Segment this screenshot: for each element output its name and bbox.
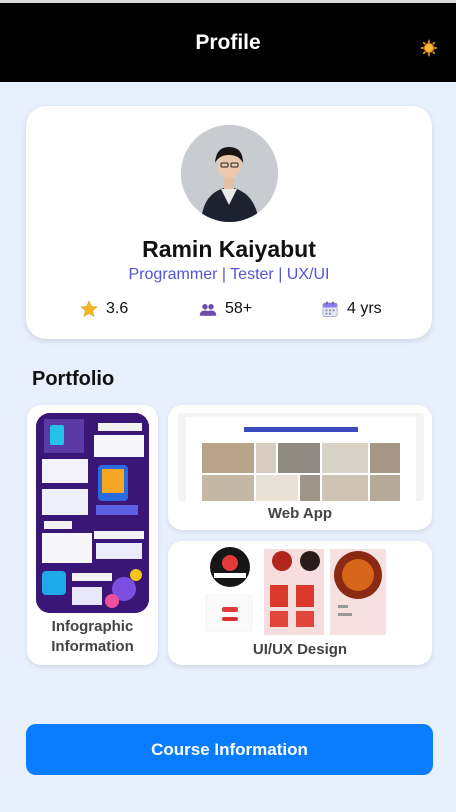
followers-stat: 58+ (199, 300, 252, 318)
followers-value: 58+ (225, 300, 253, 317)
profile-card: Ramin Kaiyabut Programmer | Tester | UX/… (26, 106, 432, 339)
star-icon (80, 300, 98, 317)
profile-name: Ramin Kaiyabut (142, 236, 316, 262)
rating-stat: 3.6 (80, 300, 128, 318)
experience-value: 4 yrs (347, 300, 382, 317)
infographic-thumbnail (36, 413, 149, 613)
uiux-thumbnail (198, 545, 418, 635)
portfolio-label-infographic: Infographic Information (51, 618, 134, 655)
portfolio-label-webapp: Web App (267, 505, 333, 522)
calendar-icon (322, 301, 338, 317)
experience-stat: 4 yrs (321, 300, 382, 318)
users-icon (199, 304, 217, 316)
course-information-button[interactable]: Course Information (26, 724, 433, 775)
avatar (181, 125, 278, 222)
app-header: Profile (0, 0, 456, 82)
sun-icon[interactable] (420, 39, 438, 57)
portfolio-title: Portfolio (32, 368, 115, 390)
webapp-thumbnail (178, 413, 424, 501)
portfolio-label-uiux: UI/UX Design (252, 641, 348, 658)
portfolio-card-webapp[interactable]: Web App (168, 405, 432, 530)
profile-role: Programmer | Tester | UX/UI (128, 266, 330, 283)
profile-stats: 3.6 58+ 4 yrs (26, 300, 432, 322)
portfolio-card-infographic[interactable]: Infographic Information (27, 405, 158, 665)
page-title: Profile (195, 31, 261, 54)
portfolio-card-uiux[interactable]: UI/UX Design (168, 541, 432, 665)
rating-value: 3.6 (106, 300, 129, 317)
